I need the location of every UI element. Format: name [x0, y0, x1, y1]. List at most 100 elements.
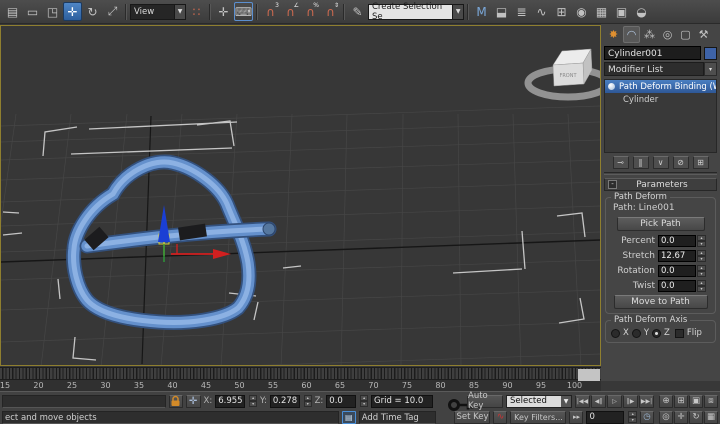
x-coordinate-field[interactable]: 6.955 [215, 395, 245, 408]
stretch-field[interactable]: 12.67 [658, 250, 696, 262]
flip-checkbox[interactable] [675, 329, 684, 338]
use-pivot-center-icon[interactable]: ∷ [187, 2, 206, 21]
z-spinner[interactable]: ▴▾ [360, 395, 368, 407]
key-mode-toggle-button[interactable]: ▸▸ [569, 411, 583, 424]
zoom-button[interactable]: ⊕ [659, 395, 673, 408]
make-unique-button[interactable]: ∨ [653, 156, 669, 169]
reference-coordinate-dropdown[interactable]: View▼ [130, 4, 186, 20]
rendered-frame-icon[interactable]: ▣ [612, 2, 631, 21]
percent-spinner[interactable]: ▴▾ [697, 235, 706, 247]
field-of-view-button[interactable]: ◎ [659, 411, 673, 424]
go-to-end-button[interactable]: ▶▶| [639, 395, 654, 408]
zoom-extents-all-button[interactable]: ⧈ [704, 395, 718, 408]
key-selection-dropdown[interactable]: Selected ▼ [506, 395, 572, 408]
move-to-path-button[interactable]: Move to Path [614, 295, 708, 309]
set-key-filters-curve-icon[interactable]: ∿ [493, 411, 507, 424]
time-configuration-button[interactable]: ◷ [640, 411, 654, 424]
stretch-spinner[interactable]: ▴▾ [697, 250, 706, 262]
selection-lock-icon[interactable] [169, 395, 183, 408]
axis-x-radio[interactable] [611, 329, 620, 338]
schematic-view-icon[interactable]: ⊞ [552, 2, 571, 21]
align-icon[interactable]: ⬓ [492, 2, 511, 21]
zoom-all-button[interactable]: ⊞ [674, 395, 688, 408]
maximize-viewport-button[interactable]: ▦ [704, 411, 718, 424]
select-by-name-icon[interactable]: ▤ [3, 2, 22, 21]
dropdown-arrow-icon[interactable]: ▼ [174, 5, 185, 19]
keyboard-override-icon[interactable]: ⌨ [234, 2, 253, 21]
curve-editor-icon[interactable]: ∿ [532, 2, 551, 21]
modifier-stack[interactable]: Path Deform Binding (WS Cylinder [604, 79, 717, 153]
y-coordinate-field[interactable]: 0.278 [270, 395, 300, 408]
rotation-field[interactable]: 0.0 [658, 265, 696, 277]
pin-stack-button[interactable]: ⊸ [613, 156, 629, 169]
window-crossing-icon[interactable]: ◳ [43, 2, 62, 21]
modifier-stack-item-cylinder[interactable]: Cylinder [605, 93, 716, 106]
rotation-spinner[interactable]: ▴▾ [697, 265, 706, 277]
viewcube[interactable]: FRONT [528, 49, 600, 97]
lightbulb-icon[interactable] [608, 83, 615, 90]
go-to-start-button[interactable]: |◀◀ [575, 395, 590, 408]
next-frame-button[interactable]: ‖▶ [623, 395, 638, 408]
timeline-ticks[interactable] [0, 368, 601, 380]
transform-gizmo-toggle-icon[interactable]: ✛ [186, 395, 201, 408]
percent-snap-icon[interactable]: ∩% [301, 2, 320, 21]
add-time-tag[interactable]: Add Time Tag [359, 411, 437, 424]
pan-button[interactable]: ✛ [674, 411, 688, 424]
axis-y-radio[interactable] [632, 329, 641, 338]
maxscript-mini-listener[interactable] [2, 395, 166, 408]
render-setup-icon[interactable]: ▦ [592, 2, 611, 21]
show-end-result-button[interactable]: ‖ [633, 156, 649, 169]
key-filters-button[interactable]: Key Filters... [510, 411, 566, 424]
frame-spinner[interactable]: ▴▾ [628, 411, 637, 423]
tab-utilities[interactable]: ⚒ [695, 26, 712, 43]
mirror-icon[interactable]: M [472, 2, 491, 21]
tab-display[interactable]: ▢ [677, 26, 694, 43]
select-and-rotate-icon[interactable]: ↻ [83, 2, 102, 21]
named-selection-set-dropdown[interactable]: Create Selection Se▼ [368, 4, 464, 20]
play-button[interactable]: ▷ [607, 395, 622, 408]
zoom-extents-button[interactable]: ▣ [689, 395, 703, 408]
twist-spinner[interactable]: ▴▾ [697, 280, 706, 292]
auto-key-button[interactable]: Auto Key [467, 395, 503, 408]
viewport-canvas[interactable]: FRONT [1, 26, 600, 365]
set-key-button[interactable]: Set Key [454, 411, 490, 424]
modifier-stack-item-path-deform[interactable]: Path Deform Binding (WS [605, 80, 716, 93]
object-name-field[interactable]: Cylinder001 [604, 46, 701, 60]
dropdown-arrow-icon[interactable]: ▼ [561, 396, 571, 407]
remove-modifier-button[interactable]: ⊘ [673, 156, 689, 169]
modifier-list-arrow-icon[interactable]: ▾ [704, 62, 717, 76]
modifier-list-dropdown[interactable]: Modifier List [604, 62, 704, 76]
select-and-scale-icon[interactable]: ⤢ [103, 2, 122, 21]
previous-frame-button[interactable]: ◀‖ [591, 395, 606, 408]
twist-field[interactable]: 0.0 [658, 280, 696, 292]
object-color-swatch[interactable] [704, 47, 717, 60]
x-spinner[interactable]: ▴▾ [249, 395, 257, 407]
tab-create[interactable]: ✸ [605, 26, 622, 43]
tab-modify[interactable]: ◠ [623, 26, 640, 43]
configure-modifier-sets-button[interactable]: ⊞ [693, 156, 709, 169]
y-spinner[interactable]: ▴▾ [304, 395, 312, 407]
angle-snap-icon[interactable]: ∩∠ [281, 2, 300, 21]
parameters-rollout-header[interactable]: - Parameters [604, 178, 717, 191]
edit-named-selection-sets-icon[interactable]: ✎ [348, 2, 367, 21]
dropdown-arrow-icon[interactable]: ▼ [452, 5, 463, 19]
rectangular-selection-region-icon[interactable]: ▭ [23, 2, 42, 21]
select-and-move-icon[interactable]: ✛ [63, 2, 82, 21]
percent-field[interactable]: 0.0 [658, 235, 696, 247]
cylinder-object[interactable] [74, 162, 275, 323]
tab-hierarchy[interactable]: ⁂ [641, 26, 658, 43]
select-and-manipulate-icon[interactable]: ✛ [214, 2, 233, 21]
current-frame-field[interactable]: 0 [586, 411, 624, 424]
tab-motion[interactable]: ◎ [659, 26, 676, 43]
rollout-collapse-icon[interactable]: - [608, 180, 617, 189]
pick-path-button[interactable]: Pick Path [617, 217, 705, 231]
z-coordinate-field[interactable]: 0.0 [326, 395, 356, 408]
render-production-icon[interactable]: ◒ [632, 2, 651, 21]
axis-z-radio[interactable] [652, 329, 661, 338]
perspective-viewport[interactable]: FRONT [0, 25, 601, 366]
mini-listener-icon[interactable]: ▤ [342, 411, 356, 424]
spinner-snap-icon[interactable]: ∩⇕ [321, 2, 340, 21]
material-editor-icon[interactable]: ◉ [572, 2, 591, 21]
time-slider-track[interactable]: 1520253035404550556065707580859095100 [0, 367, 601, 391]
orbit-button[interactable]: ↻ [689, 411, 703, 424]
